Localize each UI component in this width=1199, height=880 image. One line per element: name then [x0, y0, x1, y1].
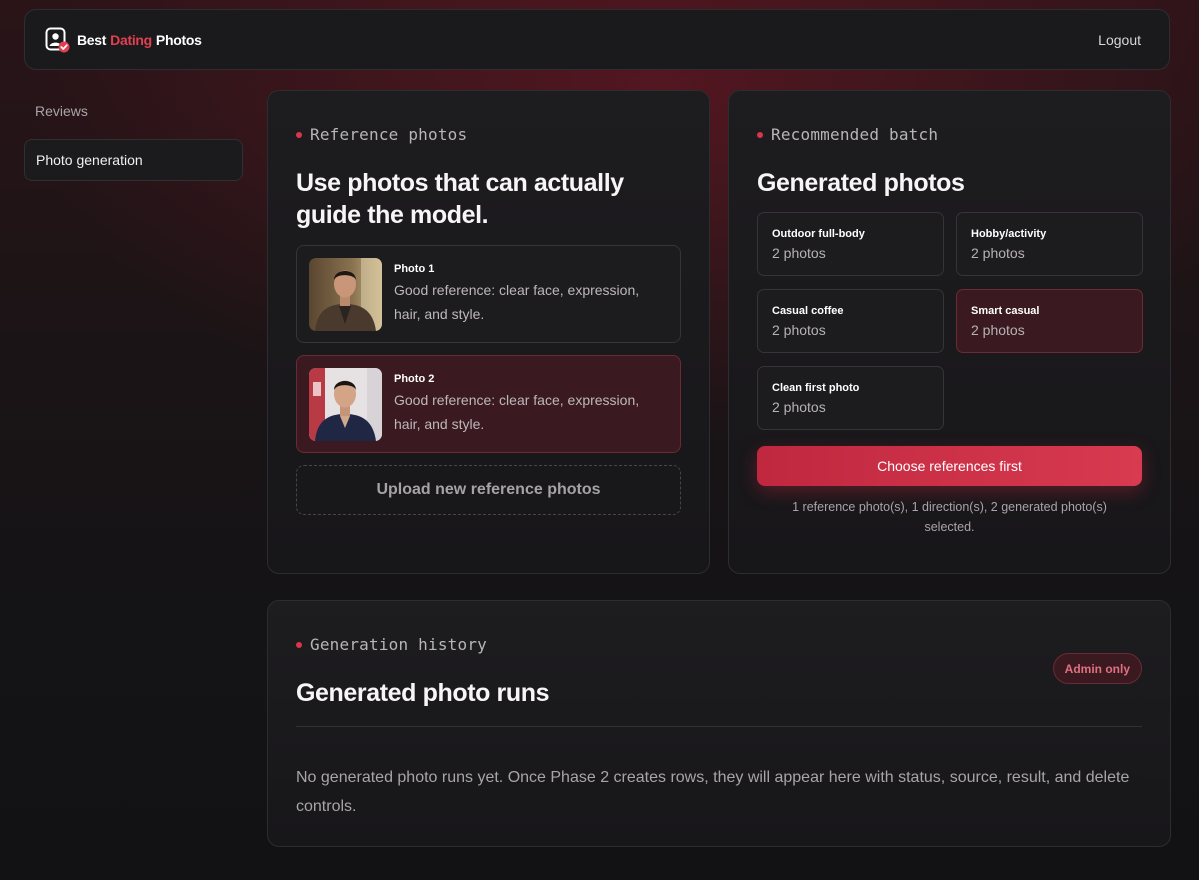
sidebar-item-photo-generation[interactable]: Photo generation [24, 139, 243, 181]
accent-dot-icon [757, 131, 763, 138]
brand-word-dating: Dating [110, 31, 152, 48]
photo-2-description: Good reference: clear face, expression, … [394, 391, 640, 432]
batch-eyebrow: Recommended batch [757, 125, 1142, 144]
top-bar: Best Dating Photos Logout [24, 9, 1170, 70]
tile-name: Hobby/activity [971, 228, 1047, 240]
tile-count: 2 photos [772, 245, 826, 261]
admin-only-badge: Admin only [1052, 653, 1142, 684]
history-empty-state: No generated photo runs yet. Once Phase … [296, 769, 1130, 815]
brand-logo[interactable]: Best Dating Photos [45, 27, 202, 53]
photo-2-text: Photo 2 Good reference: clear face, expr… [394, 373, 668, 436]
generation-history-card: Generation history Generated photo runs … [267, 600, 1171, 847]
batch-title: Generated photos [757, 169, 965, 197]
sidebar-item-reviews[interactable]: Reviews [24, 90, 243, 132]
reference-photos-card: Reference photos Use photos that can act… [267, 90, 710, 574]
brand-word-photos: Photos [155, 31, 202, 48]
tile-name: Casual coffee [772, 305, 844, 317]
direction-tile-smart-casual[interactable]: Smart casual 2 photos [956, 289, 1143, 353]
direction-tile-casual-coffee[interactable]: Casual coffee 2 photos [757, 289, 944, 353]
choose-references-button[interactable]: Choose references first [757, 446, 1142, 486]
photo-1-title: Photo 1 [394, 262, 435, 275]
reference-photo-1[interactable]: Photo 1 Good reference: clear face, expr… [296, 245, 681, 343]
brand-word-best: Best [77, 31, 107, 48]
tile-name: Smart casual [971, 305, 1040, 317]
reference-eyebrow: Reference photos [296, 125, 681, 144]
history-eyebrow: Generation history [296, 635, 1142, 654]
selection-summary: 1 reference photo(s), 1 direction(s), 2 … [792, 500, 1107, 534]
history-eyebrow-label: Generation history [310, 635, 487, 654]
tile-name: Clean first photo [772, 382, 860, 394]
tile-count: 2 photos [772, 322, 826, 338]
tile-name: Outdoor full-body [772, 228, 865, 240]
upload-reference-button[interactable]: Upload new reference photos [296, 465, 681, 515]
photo-1-description: Good reference: clear face, expression, … [394, 281, 640, 322]
accent-dot-icon [296, 641, 302, 648]
logout-button[interactable]: Logout [1098, 32, 1141, 48]
direction-tile-clean-first-photo[interactable]: Clean first photo 2 photos [757, 366, 944, 430]
direction-tile-hobby-activity[interactable]: Hobby/activity 2 photos [956, 212, 1143, 276]
direction-tile-outdoor-full-body[interactable]: Outdoor full-body 2 photos [757, 212, 944, 276]
reference-title: Use photos that can actually guide the m… [296, 169, 624, 229]
history-title: Generated photo runs [296, 679, 550, 707]
photo-2-title: Photo 2 [394, 372, 435, 385]
photo-2-thumbnail [309, 367, 382, 441]
reference-photo-2[interactable]: Photo 2 Good reference: clear face, expr… [296, 355, 681, 453]
photo-1-thumbnail [309, 257, 382, 331]
tile-count: 2 photos [971, 322, 1025, 338]
recommended-batch-card: Recommended batch Generated photos Outdo… [728, 90, 1171, 574]
divider [296, 726, 1142, 727]
batch-eyebrow-label: Recommended batch [771, 125, 939, 144]
tile-count: 2 photos [971, 245, 1025, 261]
reference-eyebrow-label: Reference photos [310, 125, 468, 144]
direction-grid: Outdoor full-body 2 photos Hobby/activit… [757, 212, 1143, 430]
tile-count: 2 photos [772, 399, 826, 415]
accent-dot-icon [296, 131, 302, 138]
photo-1-text: Photo 1 Good reference: clear face, expr… [394, 263, 668, 326]
sidebar: Reviews Photo generation [24, 90, 243, 188]
profile-check-icon [45, 27, 70, 52]
